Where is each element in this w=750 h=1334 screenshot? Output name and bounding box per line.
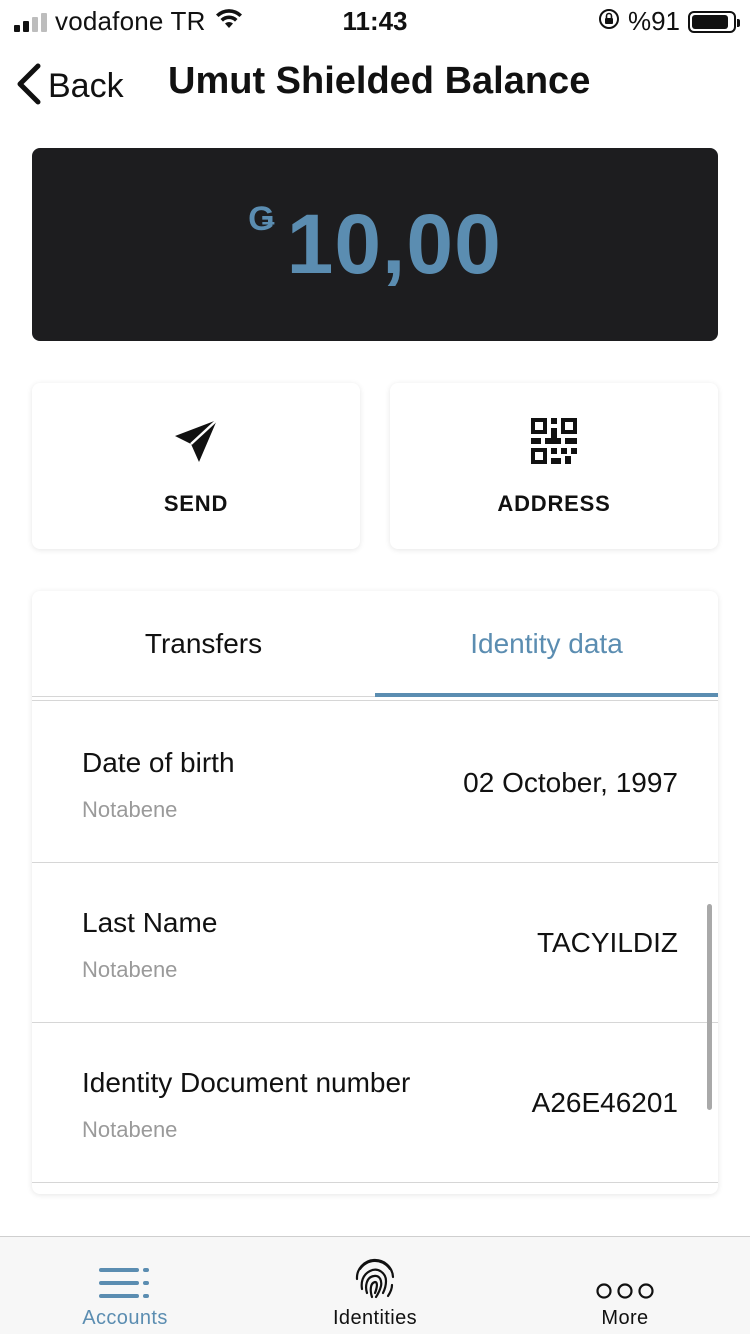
qr-code-icon: [529, 416, 579, 471]
tab-identity-data[interactable]: Identity data: [375, 591, 718, 697]
send-button[interactable]: SEND: [32, 383, 360, 549]
back-label: Back: [48, 67, 124, 105]
battery-fill: [692, 14, 729, 29]
identity-list: Date of birth Notabene 02 October, 1997 Las…: [32, 703, 718, 1183]
fingerprint-icon: [352, 1237, 398, 1301]
battery-icon: [688, 10, 740, 33]
battery-percent: %91: [627, 6, 680, 36]
status-right: %91: [598, 6, 740, 37]
nav-header: Back Umut Shielded Balance: [0, 40, 750, 130]
field-label: Date of birth: [82, 747, 235, 778]
back-button[interactable]: Back: [14, 62, 124, 111]
tab-transfers[interactable]: Transfers: [32, 591, 375, 697]
list-item: Date of birth Notabene 02 October, 1997: [32, 703, 718, 863]
currency-symbol: Ǥ: [248, 200, 275, 238]
send-label: SEND: [163, 490, 229, 516]
field-source: Notabene: [82, 957, 178, 982]
rotation-lock-icon: [598, 6, 620, 37]
active-tab-indicator: [375, 693, 718, 697]
field-value: A26E46201: [531, 1087, 678, 1118]
bottom-tab-bar: Accounts Identities More: [0, 1236, 750, 1334]
send-icon: [171, 416, 221, 471]
field-source: Notabene: [82, 1117, 178, 1142]
field-label: Last Name: [82, 907, 218, 938]
tab-bar-segment: Transfers Identity data: [32, 591, 718, 697]
scrollbar[interactable]: [707, 904, 712, 1110]
tabbar-more[interactable]: More: [500, 1237, 750, 1334]
chevron-left-icon: [14, 62, 42, 111]
details-panel: Transfers Identity data Date of birth Not…: [32, 591, 718, 1194]
accounts-icon: [97, 1237, 153, 1301]
tabbar-identities[interactable]: Identities: [250, 1237, 500, 1334]
list-item: Last Name Notabene TACYILDIZ: [32, 863, 718, 1023]
tabbar-accounts-label: Accounts: [82, 1307, 168, 1329]
address-label: ADDRESS: [497, 490, 611, 516]
page-title: Umut Shielded Balance: [168, 60, 591, 102]
tabbar-accounts[interactable]: Accounts: [0, 1237, 250, 1334]
status-bar: vodafone TR 11:43 %91: [0, 0, 750, 40]
balance-amount: 10,00: [286, 197, 502, 291]
balance-card: Ǥ 10,00: [32, 148, 718, 341]
field-label: Identity Document number: [82, 1067, 411, 1098]
main-content: Ǥ 10,00 SEND ADDRESS Transfers Identity …: [0, 130, 750, 1236]
divider: [32, 700, 718, 701]
balance-display: Ǥ 10,00: [248, 196, 502, 293]
address-button[interactable]: ADDRESS: [390, 383, 718, 549]
field-source: Notabene: [82, 797, 178, 822]
tabbar-identities-label: Identities: [332, 1307, 418, 1329]
field-value: 02 October, 1997: [463, 767, 678, 798]
field-value: TACYILDIZ: [536, 927, 678, 958]
tabbar-more-label: More: [601, 1307, 649, 1329]
more-icon: [596, 1237, 654, 1301]
list-item: Identity Document number Notabene A26E4620…: [32, 1023, 718, 1183]
